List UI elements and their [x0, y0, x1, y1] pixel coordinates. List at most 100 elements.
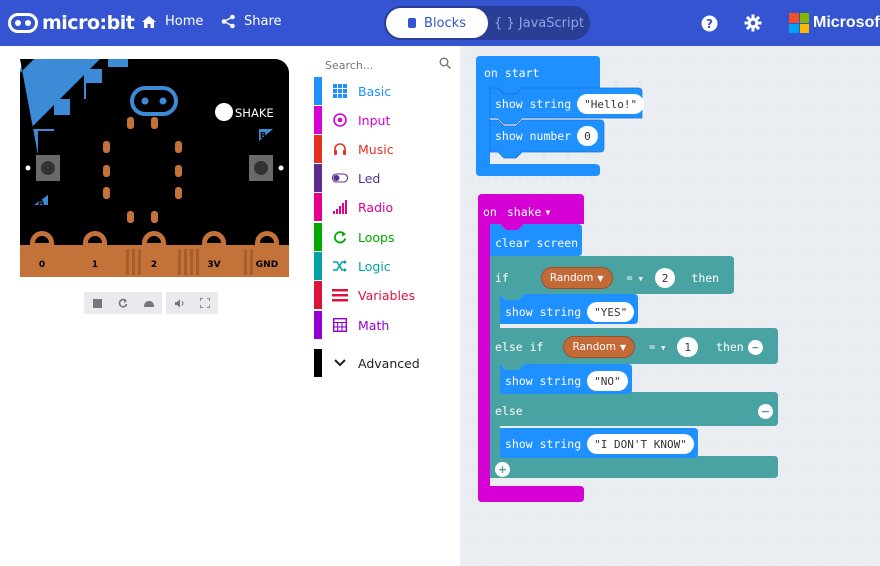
show-string-block[interactable]: show string "I DON'T KNOW" — [505, 434, 694, 454]
signal-icon — [332, 199, 348, 215]
operator-dropdown[interactable]: = ▼ — [627, 273, 643, 284]
blocks-icon — [408, 18, 417, 28]
add-else-icon[interactable]: + — [495, 462, 510, 477]
category-math[interactable]: Math — [314, 311, 456, 339]
list-icon — [332, 287, 348, 303]
calculator-icon — [332, 317, 348, 333]
gesture-dropdown[interactable]: shake — [507, 205, 542, 219]
show-string-block[interactable]: show string "YES" — [505, 302, 635, 322]
number-input[interactable]: 1 — [677, 337, 699, 357]
show-string-block[interactable]: show string "NO" — [505, 371, 628, 391]
string-input[interactable]: "Hello!" — [577, 94, 645, 114]
operator-label: = — [626, 272, 633, 284]
else-if-label: else if — [495, 340, 544, 354]
help-icon: ? — [701, 15, 717, 31]
number-input[interactable]: 0 — [577, 126, 598, 146]
block-label: show number — [495, 129, 572, 143]
random-variable-dropdown[interactable]: Random ▼ — [563, 336, 636, 358]
clear-screen-block[interactable]: clear screen — [495, 236, 578, 250]
editor-toggle: Blocks { } JavaScript — [384, 6, 590, 40]
remove-elseif-icon[interactable]: − — [747, 339, 763, 355]
share-icon — [221, 14, 235, 29]
category-variables[interactable]: Variables — [314, 281, 456, 309]
number-input[interactable]: 2 — [654, 268, 676, 288]
refresh-icon — [332, 229, 348, 245]
stop-button[interactable] — [84, 292, 110, 314]
search-icon[interactable] — [439, 57, 451, 69]
random-variable-dropdown[interactable]: Random ▼ — [540, 267, 613, 289]
home-icon — [142, 15, 156, 28]
blocks-tab[interactable]: Blocks — [386, 8, 488, 38]
category-label: Variables — [358, 287, 416, 303]
show-string-block[interactable]: show string "Hello!" — [495, 94, 645, 114]
chevron-down-icon: ▼ — [638, 274, 643, 283]
block-label: clear screen — [495, 236, 579, 250]
variable-label: Random — [549, 272, 594, 284]
restart-button[interactable] — [110, 292, 136, 314]
category-basic[interactable]: Basic — [314, 77, 456, 105]
else-if-row: else if Random ▼ = ▼ 1 then − — [495, 336, 763, 358]
stop-icon — [92, 298, 102, 308]
microbit-logo[interactable]: micro:bit — [8, 12, 135, 34]
slowmo-button[interactable] — [136, 292, 162, 314]
category-label: Advanced — [358, 355, 420, 371]
pin-label: 1 — [92, 260, 98, 270]
headphones-icon — [332, 141, 348, 157]
category-label: Loops — [358, 229, 395, 245]
string-input[interactable]: "YES" — [587, 302, 635, 322]
home-label: Home — [165, 14, 204, 29]
chevron-down-icon: ▼ — [661, 343, 666, 352]
category-logic[interactable]: Logic — [314, 252, 456, 280]
help-button[interactable]: ? — [698, 12, 720, 34]
else-row: else — [495, 404, 523, 418]
microbit-board[interactable]: 0 1 2 3V GND SHAKE A B — [20, 59, 289, 277]
chevron-down-icon: ▼ — [597, 273, 604, 283]
block-label: show string — [505, 374, 582, 388]
home-button[interactable]: Home — [141, 14, 203, 29]
string-input[interactable]: "NO" — [587, 371, 628, 391]
toolbox: Basic Input Music Led Radio Loops Logic … — [312, 46, 460, 566]
mute-button[interactable] — [166, 292, 192, 314]
microsoft-brand[interactable]: Microsoft — [789, 13, 880, 33]
search-input[interactable] — [325, 59, 435, 72]
top-bar: micro:bit Home Share Blocks { } JavaScri… — [0, 0, 880, 46]
category-music[interactable]: Music — [314, 135, 456, 163]
category-loops[interactable]: Loops — [314, 223, 456, 251]
category-label: Math — [358, 317, 390, 333]
then-label: then — [691, 271, 720, 285]
toggle-icon — [332, 170, 348, 186]
operator-dropdown[interactable]: = ▼ — [649, 342, 665, 353]
block-label: on — [483, 205, 497, 219]
category-input[interactable]: Input — [314, 106, 456, 134]
category-label: Led — [358, 170, 381, 186]
category-radio[interactable]: Radio — [314, 193, 456, 221]
category-label: Logic — [358, 258, 391, 274]
on-shake-header: on shake ▼ — [483, 205, 550, 219]
category-label: Input — [358, 112, 391, 128]
target-icon — [332, 112, 348, 128]
restart-icon — [118, 298, 128, 308]
pin-label: 0 — [39, 260, 45, 270]
fullscreen-icon — [200, 298, 210, 308]
string-input[interactable]: "I DON'T KNOW" — [587, 434, 694, 454]
settings-button[interactable] — [742, 12, 764, 34]
category-led[interactable]: Led — [314, 164, 456, 192]
fullscreen-button[interactable] — [192, 292, 218, 314]
pin-label: 3V — [207, 260, 220, 270]
javascript-tab[interactable]: { } JavaScript — [490, 8, 588, 38]
blocks-label: Blocks — [424, 15, 466, 31]
share-button[interactable]: Share — [221, 14, 282, 29]
simulator-panel: 0 1 2 3V GND SHAKE A B — [0, 46, 312, 566]
shake-label: SHAKE — [235, 106, 274, 120]
blocks-workspace[interactable]: on start show string "Hello!" show numbe… — [460, 46, 880, 566]
block-label: show string — [505, 305, 582, 319]
then-label: then — [716, 340, 744, 354]
show-number-block[interactable]: show number 0 — [495, 126, 598, 146]
button-b-label: B — [260, 131, 266, 140]
category-advanced[interactable]: Advanced — [314, 349, 456, 377]
shake-button[interactable] — [215, 103, 233, 121]
remove-else-icon[interactable]: − — [758, 404, 773, 419]
toolbox-search — [325, 54, 453, 74]
microsoft-label: Microsoft — [813, 14, 880, 31]
block-label: show string — [495, 97, 572, 111]
